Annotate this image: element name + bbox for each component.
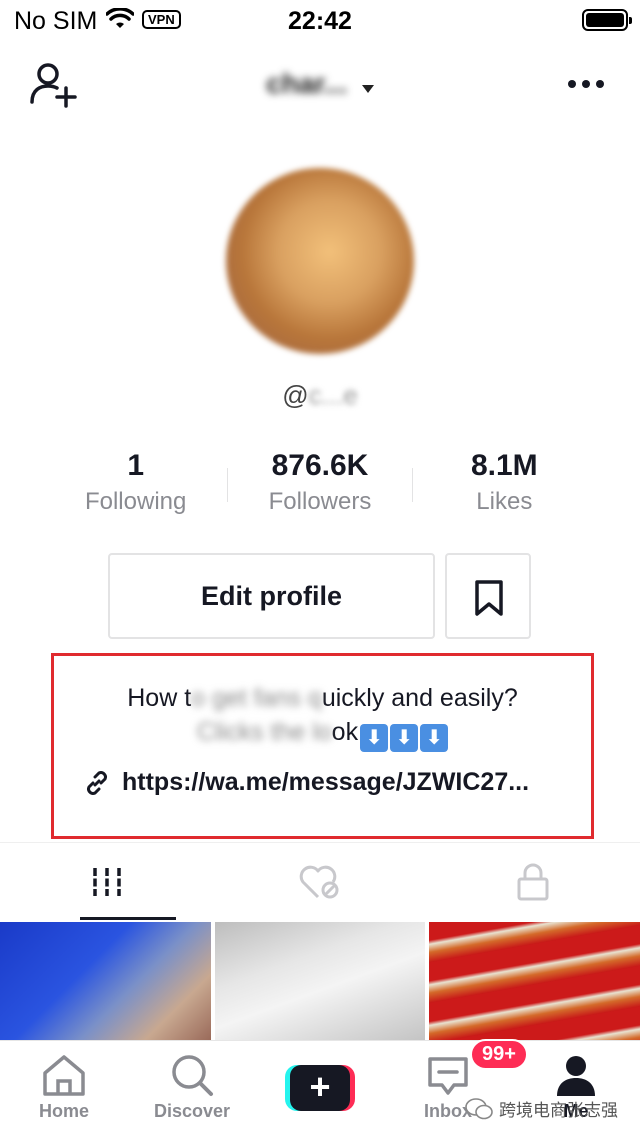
handle-blurred: c...e — [308, 380, 358, 410]
profile-tabs — [0, 842, 640, 920]
nav-create[interactable]: + — [256, 1041, 384, 1136]
nav-discover[interactable]: Discover — [128, 1041, 256, 1136]
tab-private[interactable] — [427, 843, 640, 920]
stat-followers[interactable]: 876.6K Followers — [228, 448, 411, 528]
nav-label: Discover — [153, 1101, 231, 1121]
plus-icon: + — [290, 1065, 350, 1111]
bio-line-2: Clicks the look ⬇ ⬇ ⬇ — [54, 718, 591, 752]
avatar[interactable] — [226, 168, 414, 354]
bio-link-text: https://wa.me/message/JZWIC27... — [122, 768, 530, 796]
chevron-down-icon — [361, 84, 374, 93]
nav-home[interactable]: Home — [0, 1041, 128, 1136]
video-thumbnail[interactable] — [0, 922, 211, 1040]
stat-likes[interactable]: 8.1M Likes — [413, 448, 596, 528]
profile-name: char... — [266, 68, 348, 99]
search-icon — [172, 1055, 213, 1096]
hidden-heart-icon — [299, 865, 339, 898]
video-thumbnail[interactable] — [214, 922, 426, 1040]
stat-value: 876.6K — [271, 449, 369, 482]
handle-prefix: @ — [282, 380, 309, 410]
profile-name-switcher[interactable]: char... — [0, 68, 640, 100]
watermark-text: 跨境电商张志强 — [499, 1101, 618, 1120]
profile-stats: 1 Following 876.6K Followers 8.1M Likes — [44, 448, 596, 528]
profile-header: char... — [0, 50, 640, 120]
bio-text: uickly and easily? — [321, 684, 518, 712]
status-bar: No SIM VPN 22:42 — [0, 0, 640, 40]
nav-inbox[interactable]: Inbox 99+ — [384, 1039, 528, 1136]
bio-text: How t — [127, 684, 192, 712]
down-arrow-icon: ⬇ — [360, 724, 389, 752]
inbox-icon — [428, 1057, 468, 1095]
home-icon — [43, 1055, 85, 1096]
create-button[interactable]: + — [285, 1065, 355, 1111]
bio-link[interactable]: https://wa.me/message/JZWIC27... — [84, 768, 529, 797]
lock-icon — [517, 863, 549, 900]
bio-text-blurred: o get fans q — [191, 684, 322, 712]
bookmark-icon — [475, 580, 503, 616]
down-arrow-icon: ⬇ — [420, 724, 449, 752]
bio-text: ok — [331, 718, 359, 746]
video-grid — [0, 922, 640, 1040]
clock: 22:42 — [288, 7, 352, 35]
tab-videos[interactable] — [0, 843, 213, 920]
link-icon — [87, 770, 107, 795]
more-icon[interactable] — [568, 80, 604, 88]
bio-highlight-box: How to get fans quickly and easily? Clic… — [51, 653, 594, 839]
stat-label: Likes — [476, 488, 533, 515]
profile-handle: @c...e — [0, 380, 640, 411]
tab-liked[interactable] — [213, 843, 426, 920]
bottom-nav: Home Discover + Inbox 99+ Me — [0, 1039, 640, 1136]
stat-value: 8.1M — [470, 449, 538, 482]
favorites-button[interactable] — [445, 553, 531, 639]
down-arrow-icon: ⬇ — [390, 724, 419, 752]
battery-icon — [582, 9, 632, 31]
grid-icon — [92, 867, 121, 896]
bio-text-blurred: Clicks the lo — [196, 718, 332, 746]
wechat-icon — [465, 1097, 493, 1119]
bio-line-1: How to get fans quickly and easily? — [54, 684, 591, 713]
video-thumbnail[interactable] — [429, 922, 640, 1040]
stat-label: Following — [84, 488, 187, 515]
nav-label: Home — [38, 1101, 89, 1121]
stat-label: Followers — [268, 488, 372, 515]
stat-value: 1 — [127, 449, 144, 482]
edit-profile-button[interactable]: Edit profile — [108, 553, 435, 639]
profile-icon — [557, 1056, 595, 1096]
watermark: 跨境电商张志强 — [465, 1096, 618, 1121]
stat-following[interactable]: 1 Following — [44, 448, 227, 528]
nav-me[interactable]: Me — [512, 1041, 640, 1136]
